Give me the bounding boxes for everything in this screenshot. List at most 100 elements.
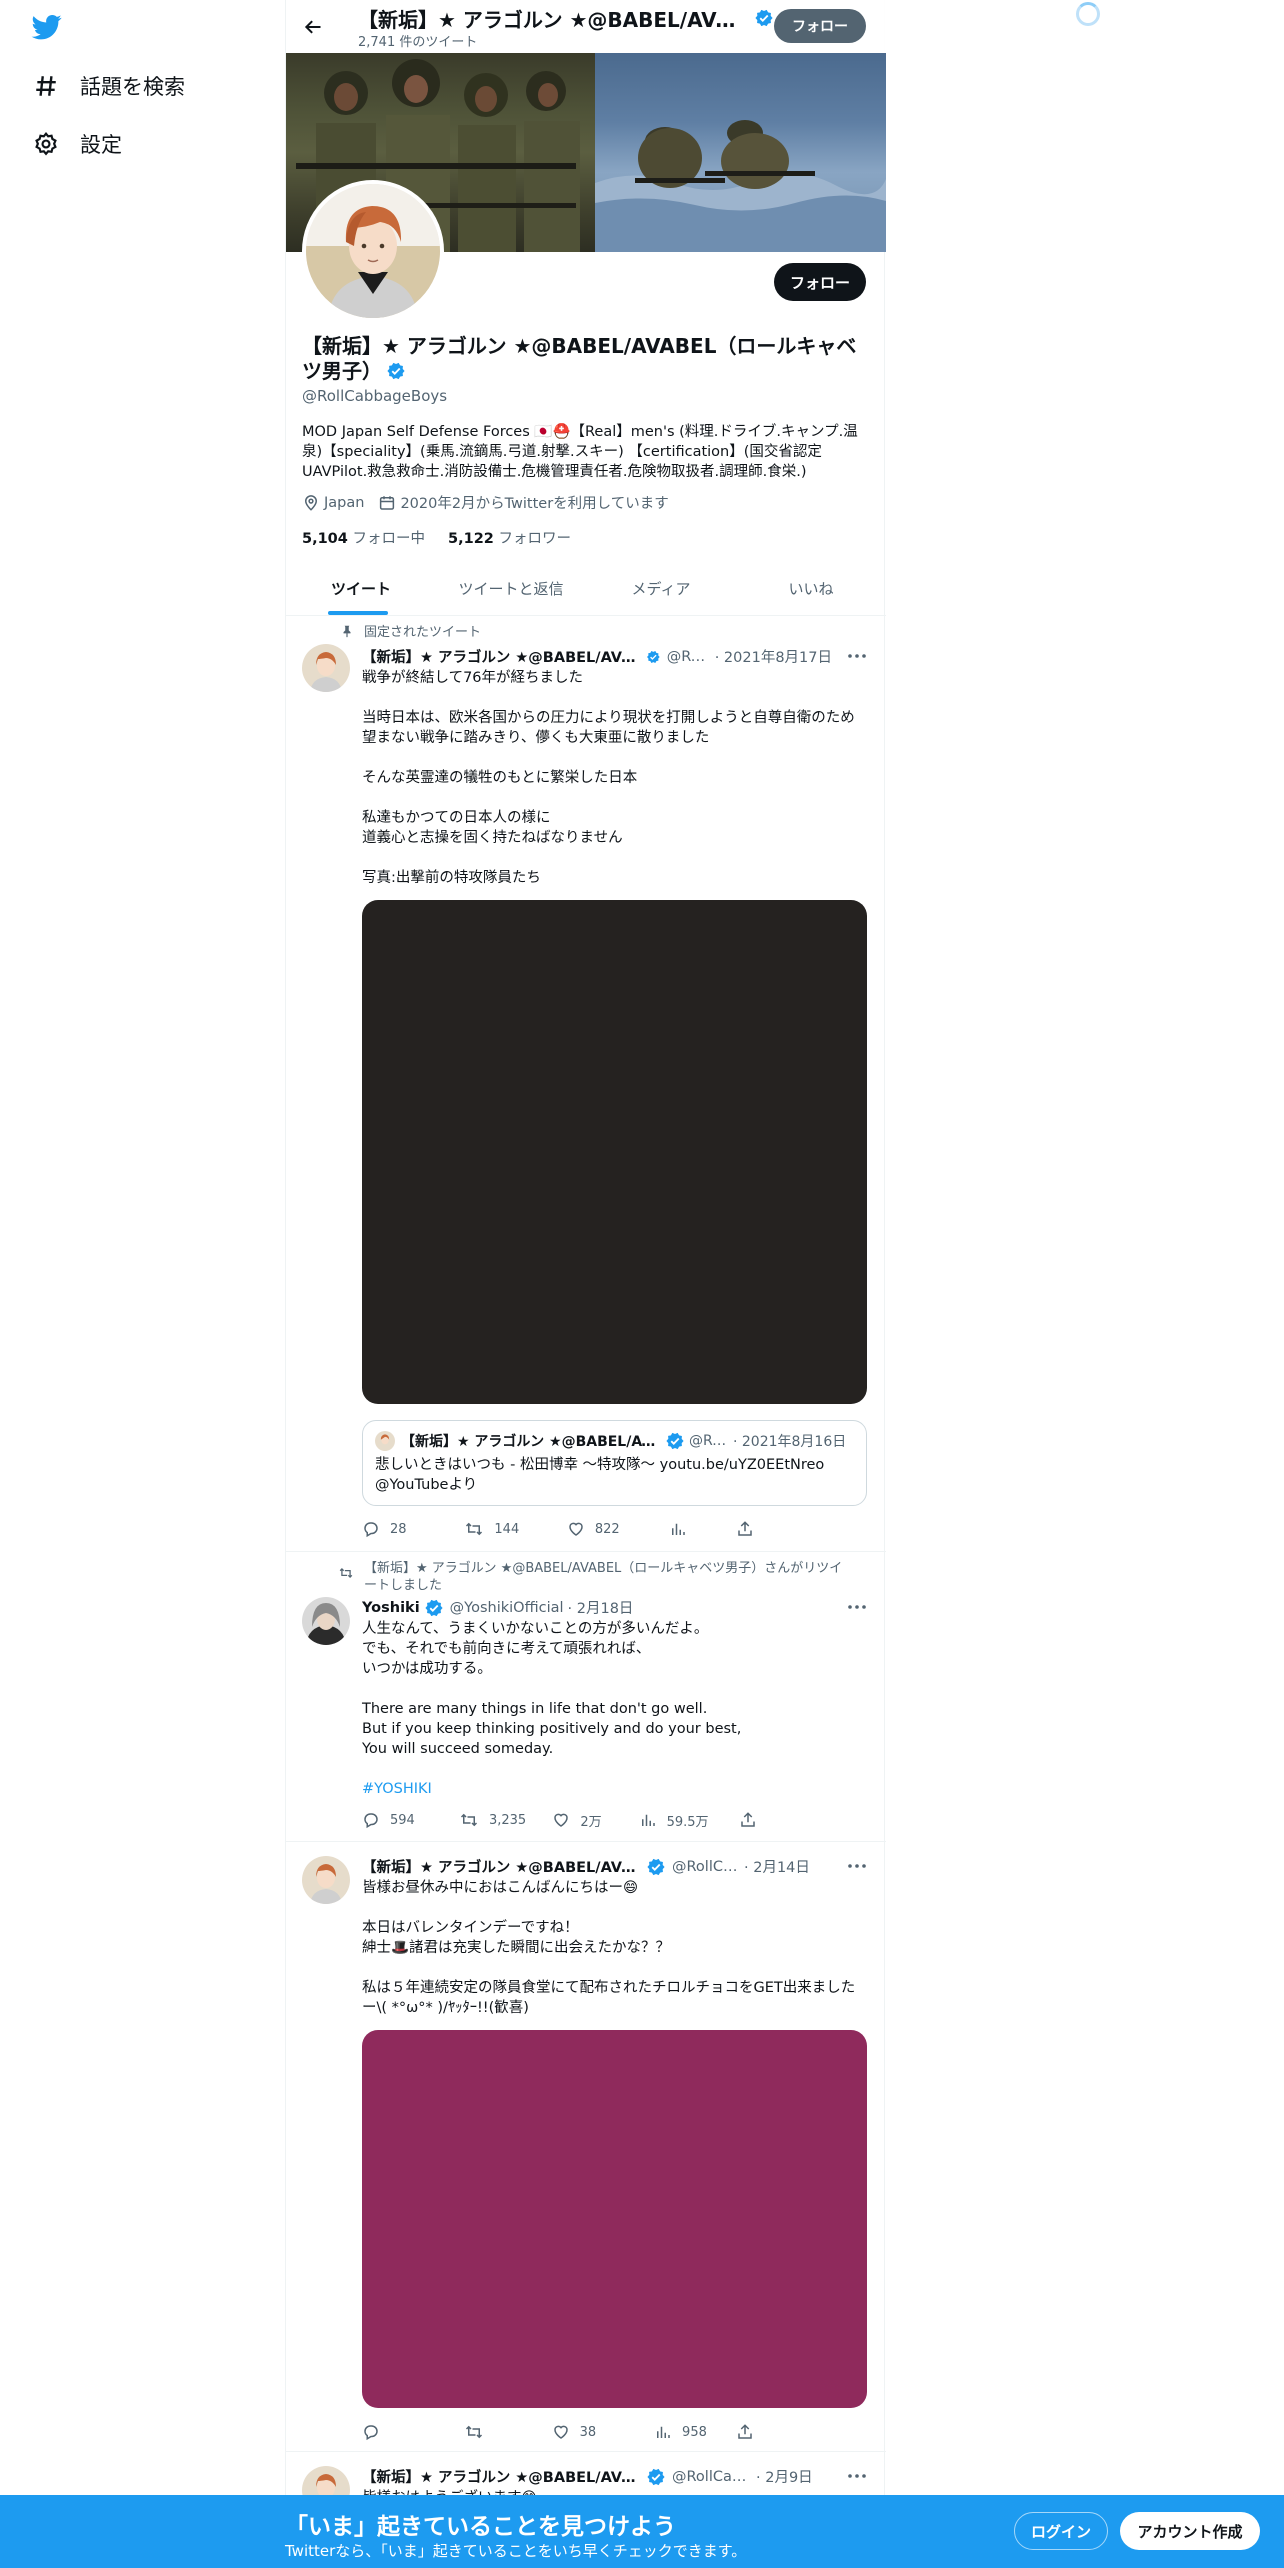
tweet-actions: 28 144 822 [362,1519,802,1539]
following-label: フォロー中 [352,531,425,547]
tweet-author-name[interactable]: 【新垢】★ アラゴルン ★@BABEL/AVABEL（ロールキャベツ男子） [362,2466,642,2487]
tweet-author-handle[interactable]: @RollCabbageBoys [667,649,711,665]
heart-icon [569,1522,583,1536]
profile-meta: Japan 2020年2月からTwitterを利用しています [302,492,683,513]
tweet-author-handle[interactable]: @YoshikiOfficial [450,1600,564,1616]
reply-button[interactable] [362,2422,464,2442]
followers-label: フォロワー [498,531,572,547]
tab-media[interactable]: メディア [586,563,736,615]
share-button[interactable] [736,2422,802,2442]
tweet-author-name[interactable]: 【新垢】★ アラゴルン ★@BABEL/AVABEL（ロールキャベツ男子） [362,646,642,667]
following-link[interactable]: 5,104 フォロー中 [302,531,425,547]
loading-spinner-icon [1076,2,1100,26]
views-chart-icon [657,2426,670,2438]
like-button[interactable]: 38 [552,2422,654,2442]
tab-likes[interactable]: いいね [736,563,886,615]
heart-icon [554,1813,569,1827]
like-button[interactable]: 2万 [552,1810,638,1830]
quoted-tweet[interactable]: 【新垢】★ アラゴルン ★@BABEL/AVABEL（ロールキャベツ男子） @R… [362,1420,867,1506]
retweet-small-icon [334,1566,354,1582]
nav-settings[interactable]: 設定 [32,124,122,164]
tweet-text-line: 写真:出撃前の特攻隊員たち [362,870,541,886]
tweet-text-line [362,748,867,768]
tweet-avatar[interactable] [302,644,350,692]
tweet-media-image[interactable] [362,900,867,1404]
retweet-button[interactable]: 144 [464,1519,566,1539]
tweet-text-line: 道義心と志操を固く持たねばなりません [362,830,623,846]
following-count: 5,104 [302,531,348,547]
reply-count: 28 [390,1521,407,1537]
share-button[interactable] [736,1519,802,1539]
reply-icon [364,1813,378,1829]
tweet-date[interactable]: · 2月9日 [756,2466,813,2487]
tab-tweets[interactable]: ツイート [286,563,436,615]
more-options-icon[interactable] [846,2466,868,2486]
views-count: 59.5万 [666,1814,709,1830]
views-button[interactable] [669,1519,735,1539]
more-options-icon[interactable] [846,1856,868,1876]
quoted-tweet-text: 悲しいときはいつも - 松田博幸 ～特攻隊～ youtu.be/uYZ0EEtN… [375,1457,825,1493]
share-button[interactable] [739,1810,802,1830]
tweet-text-line: でも、それでも前向きに考えて頑張れれば、 [362,1641,651,1657]
follow-button[interactable]: フォロー [774,263,866,301]
views-button[interactable]: 59.5万 [639,1810,740,1830]
tweet-author-handle[interactable]: @RollCabbageBoys [672,1859,740,1875]
tweet-pinned[interactable]: 固定されたツイート 【新垢】★ アラゴルン ★@BABEL/AVABEL（ロール… [286,616,886,1552]
profile-location-text: Japan [324,494,365,511]
tweet-text-line [362,1759,867,1779]
twitter-logo-icon[interactable] [30,12,68,44]
followers-link[interactable]: 5,122 フォロワー [448,531,571,547]
login-button[interactable]: ログイン [1014,2512,1108,2550]
verified-badge-icon [755,9,773,27]
retweet-button[interactable]: 3,235 [459,1810,552,1830]
tweet-text-line [362,1958,867,1978]
tweet-avatar[interactable] [302,1597,350,1645]
hashtag-icon [32,72,60,100]
views-count: 958 [682,2424,707,2440]
hashtag-link[interactable]: #YOSHIKI [362,1779,867,1799]
more-options-icon[interactable] [846,1597,868,1617]
tab-media-label: メディア [631,580,691,598]
heart-icon [553,2425,568,2439]
like-button[interactable]: 822 [567,1519,669,1539]
active-tab-indicator [328,611,388,615]
profile-avatar[interactable] [302,180,444,322]
tweet-date[interactable]: · 2月14日 [744,1856,810,1877]
tab-likes-label: いいね [788,580,834,598]
like-count: 822 [594,1521,620,1537]
tweet-valentine[interactable]: 【新垢】★ アラゴルン ★@BABEL/AVABEL（ロールキャベツ男子） @R… [286,1842,886,2452]
tweet-avatar[interactable] [302,1856,350,1904]
reply-icon [364,2425,378,2441]
tweet-author-name[interactable]: Yoshiki [362,1600,420,1616]
verified-badge-icon [647,1858,665,1875]
tweet-header: 【新垢】★ アラゴルン ★@BABEL/AVABEL（ロールキャベツ男子） @R… [362,2466,832,2487]
tweet-author-handle[interactable]: @RollCabbageBoys [672,2469,752,2485]
create-account-button[interactable]: アカウント作成 [1120,2512,1260,2550]
views-button[interactable]: 958 [654,2422,736,2442]
tab-tweets-label: ツイート [330,580,391,598]
like-count: 38 [579,2424,597,2440]
pinned-label: 固定されたツイート [334,624,481,641]
reply-button[interactable]: 28 [362,1519,464,1539]
header-follow-button[interactable]: フォロー [774,9,866,43]
tab-tweets-and-replies[interactable]: ツイートと返信 [436,563,586,615]
tweet-author-name[interactable]: 【新垢】★ アラゴルン ★@BABEL/AVABEL（ロールキャベツ男子） [362,1856,642,1877]
retweet-button[interactable] [464,2422,551,2442]
reply-button[interactable]: 594 [362,1810,459,1830]
tweet-text-line: そんな英霊達の犠牲のもとに繁栄した日本 [362,770,638,786]
nav-explore[interactable]: 話題を検索 [32,66,185,106]
back-arrow-icon[interactable] [298,12,328,42]
tweet-text-line: But if you keep thinking positively and … [362,1721,742,1737]
tweet-media-image[interactable] [362,2030,867,2408]
retweeted-by-label: 【新垢】★ アラゴルン ★@BABEL/AVABEL（ロールキャベツ男子）さんが… [334,1560,854,1594]
tweet-date[interactable]: · 2021年8月17日 [715,646,832,667]
tweet-retweet[interactable]: 【新垢】★ アラゴルン ★@BABEL/AVABEL（ロールキャベツ男子）さんが… [286,1552,886,1842]
quoted-tweet-header: 【新垢】★ アラゴルン ★@BABEL/AVABEL（ロールキャベツ男子） @R… [375,1431,854,1451]
more-options-icon[interactable] [846,646,868,666]
quoted-tweet-avatar [375,1431,395,1451]
tweet-date[interactable]: · 2月18日 [568,1597,634,1618]
tweet-actions: 38 958 [362,2422,802,2442]
views-chart-icon [672,1523,685,1535]
tweet-text: 皆様お昼休み中におはこんばんにちはー😄 本日はバレンタインデーですね！ 紳士🎩諸… [362,1878,867,2018]
header-name-text: 【新垢】★ アラゴルン ★@BABEL/AVABEL（ロールキャベツ男子） [358,8,748,32]
